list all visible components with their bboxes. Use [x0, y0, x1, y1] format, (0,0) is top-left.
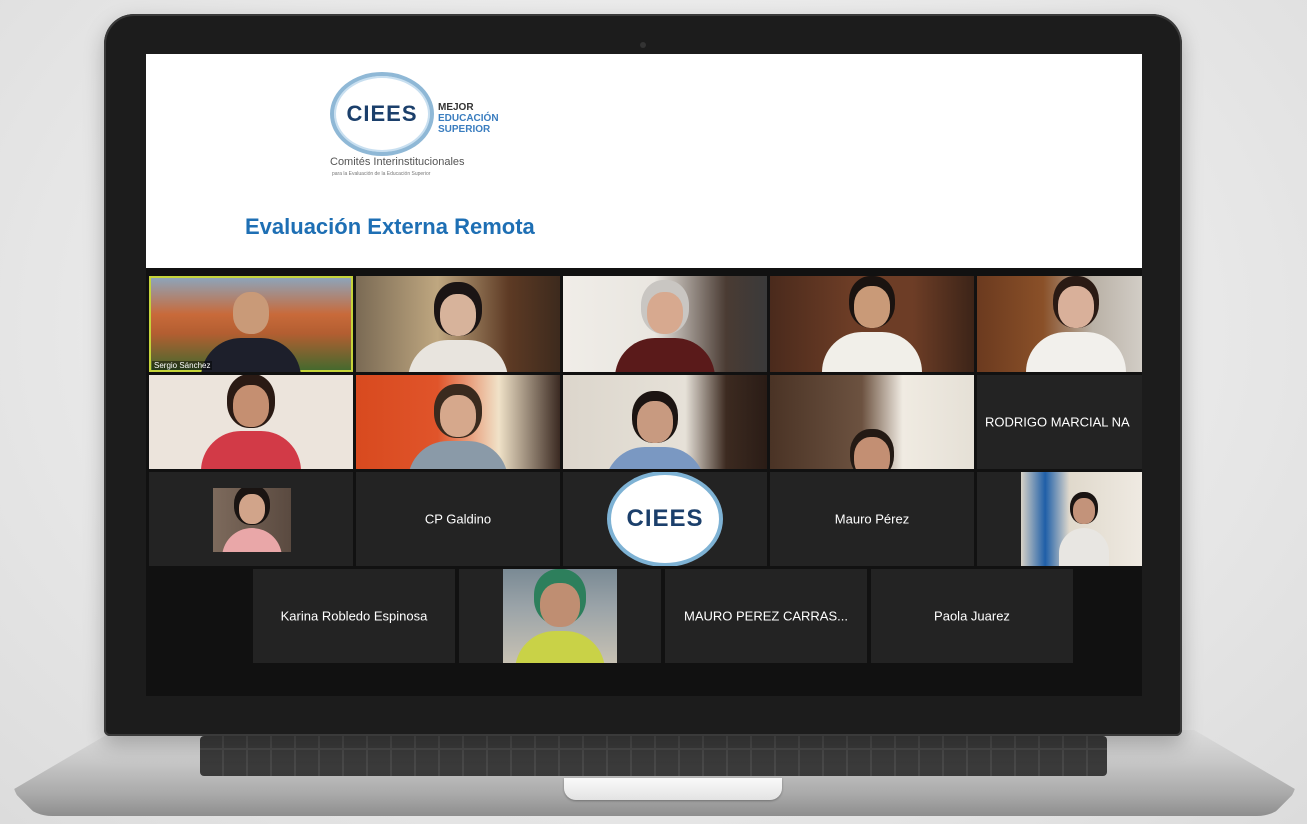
shared-slide: CIEES MEJOR EDUCACIÓN SUPERIOR Comités I… — [146, 54, 1142, 268]
video-tile[interactable] — [459, 569, 661, 663]
video-call-screen: CIEES MEJOR EDUCACIÓN SUPERIOR Comités I… — [146, 54, 1142, 696]
participant-name: Karina Robledo Espinosa — [280, 608, 428, 624]
participant-video — [213, 488, 291, 552]
video-tile[interactable]: Karina Robledo Espinosa — [253, 569, 455, 663]
video-tile[interactable] — [149, 472, 353, 566]
video-tile[interactable] — [770, 276, 974, 372]
video-tile[interactable]: CP Galdino — [356, 472, 560, 566]
logo-text: CIEES — [346, 101, 418, 126]
ciees-logo: CIEES MEJOR EDUCACIÓN SUPERIOR Comités I… — [330, 72, 540, 182]
tagline-line: SUPERIOR — [438, 124, 491, 135]
participant-video — [503, 569, 617, 663]
laptop-trackpad — [564, 778, 782, 800]
video-tile[interactable] — [149, 375, 353, 469]
avatar-logo-text: CIEES — [626, 505, 704, 532]
participant-video — [822, 286, 922, 372]
laptop-keyboard — [200, 736, 1107, 776]
participant-name: Mauro Pérez — [834, 511, 910, 527]
video-tile[interactable] — [356, 276, 560, 372]
laptop-lid: CIEES MEJOR EDUCACIÓN SUPERIOR Comités I… — [104, 14, 1182, 736]
logo-subtitle-small: para la Evaluación de la Educación Super… — [332, 171, 431, 177]
tagline-line: MEJOR — [438, 102, 474, 113]
tagline-line: EDUCACIÓN — [438, 113, 499, 124]
video-tile[interactable] — [356, 375, 560, 469]
participant-video — [1021, 472, 1142, 566]
participant-video — [201, 385, 301, 469]
slide-title: Evaluación Externa Remota — [245, 214, 535, 239]
video-tile[interactable] — [563, 276, 767, 372]
participant-video — [604, 401, 705, 469]
participant-name: CP Galdino — [424, 511, 492, 527]
video-tile[interactable] — [563, 375, 767, 469]
webcam-icon — [640, 42, 646, 48]
participant-video — [408, 294, 508, 372]
video-tile[interactable]: CIEES — [563, 472, 767, 566]
participant-name: RODRIGO MARCIAL NA — [985, 414, 1130, 430]
participant-name: Sergio Sánchez — [152, 361, 213, 370]
ciees-avatar: CIEES — [607, 472, 723, 566]
video-tile[interactable]: Mauro Pérez — [770, 472, 974, 566]
video-tile[interactable]: Paola Juarez — [871, 569, 1073, 663]
ciees-logo-circle: CIEES — [330, 72, 434, 156]
participant-video — [408, 395, 508, 469]
video-tile[interactable]: MAURO PEREZ CARRAS... — [665, 569, 867, 663]
participant-video — [615, 292, 715, 372]
participant-video — [854, 437, 890, 469]
logo-tagline: MEJOR EDUCACIÓN SUPERIOR — [438, 102, 499, 135]
video-tile[interactable] — [770, 375, 974, 469]
video-tile[interactable] — [977, 276, 1142, 372]
participant-video — [201, 292, 301, 372]
participant-name: Paola Juarez — [934, 608, 1010, 624]
logo-subtitle: Comités Interinstitucionales — [330, 156, 465, 168]
video-tile[interactable]: RODRIGO MARCIAL NA — [977, 375, 1142, 469]
participant-video — [1026, 286, 1126, 372]
video-tile[interactable]: Sergio Sánchez — [149, 276, 353, 372]
video-tile[interactable] — [977, 472, 1142, 566]
participant-name: MAURO PEREZ CARRAS... — [684, 608, 848, 624]
